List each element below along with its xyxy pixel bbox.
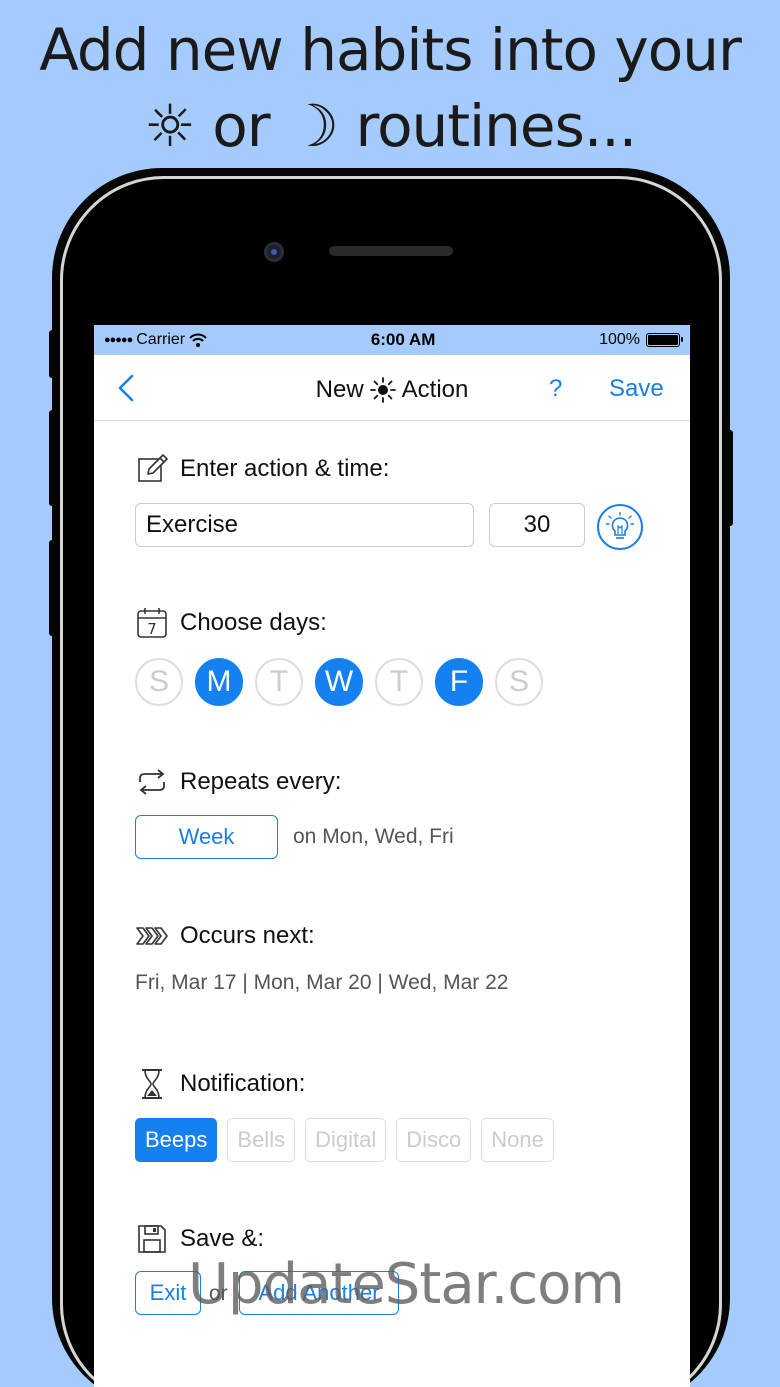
day-friday[interactable]: F: [435, 658, 483, 706]
day-sunday[interactable]: S: [135, 658, 183, 706]
chevrons-right-icon: [136, 927, 168, 945]
sound-option-disco[interactable]: Disco: [396, 1118, 472, 1162]
battery-icon: [645, 333, 683, 347]
status-time: 6:00 AM: [370, 330, 436, 349]
calendar-icon: 7: [137, 608, 167, 638]
days-heading-text: Choose days:: [180, 609, 327, 636]
hourglass-icon: [142, 1069, 162, 1099]
power-button: [727, 430, 733, 526]
sun-icon: ☼: [143, 92, 196, 160]
days-section-heading: 7 Choose days:: [136, 607, 327, 639]
sound-option-bells[interactable]: Bells: [227, 1118, 296, 1162]
volume-up-button: [49, 410, 55, 506]
navigation-bar: New Action ? Save: [94, 355, 690, 421]
app-screen: ●●●●● Carrier 6:00 AM 100% New Action ? …: [94, 325, 690, 1387]
page-title-new: New: [315, 376, 364, 403]
repeat-icon: [139, 769, 165, 795]
sun-icon: [369, 377, 396, 403]
save-button[interactable]: Save: [609, 375, 664, 403]
status-bar: ●●●●● Carrier 6:00 AM 100%: [94, 325, 690, 355]
wifi-icon: [189, 333, 207, 347]
save-heading-text: Save &:: [180, 1225, 265, 1252]
front-camera: [264, 242, 284, 262]
day-thursday[interactable]: T: [375, 658, 423, 706]
next-heading-text: Occurs next:: [180, 922, 315, 949]
day-saturday[interactable]: S: [495, 658, 543, 706]
next-section-heading: Occurs next:: [136, 920, 315, 952]
notification-heading-text: Notification:: [180, 1070, 306, 1097]
sound-option-beeps[interactable]: Beeps: [135, 1118, 218, 1162]
repeat-heading-text: Repeats every:: [180, 768, 342, 795]
signal-dots: ●●●●●: [104, 334, 133, 346]
mute-switch: [49, 330, 55, 378]
headline-routines: routines...: [355, 92, 638, 160]
pencil-icon: [138, 454, 168, 482]
action-name-input[interactable]: Exercise: [135, 503, 474, 547]
action-heading-text: Enter action & time:: [180, 455, 390, 482]
battery-percent: 100%: [599, 331, 640, 348]
notification-sound-options: Beeps Bells Digital Disco None: [135, 1118, 554, 1162]
page-title-action: Action: [401, 376, 469, 403]
day-tuesday[interactable]: T: [255, 658, 303, 706]
calendar-icon-day: 7: [147, 620, 157, 638]
watermark: UpdateStar.com: [188, 1252, 625, 1317]
notification-section-heading: Notification:: [136, 1068, 305, 1100]
sound-option-none[interactable]: None: [481, 1118, 554, 1162]
headline-line-1: Add new habits into your: [39, 16, 742, 84]
help-button[interactable]: ?: [549, 375, 562, 403]
repeat-section-heading: Repeats every:: [136, 766, 341, 798]
day-wednesday[interactable]: W: [315, 658, 363, 706]
headline-line-2: ☼ or ☽ routines...: [0, 92, 780, 160]
save-section-heading: Save &:: [136, 1223, 264, 1255]
day-picker: S M T W T F S: [135, 658, 543, 706]
next-occurrence-dates: Fri, Mar 17 | Mon, Mar 20 | Wed, Mar 22: [135, 971, 509, 994]
floppy-disk-icon: [138, 1225, 166, 1253]
headline-or: or: [212, 92, 270, 160]
sound-option-digital[interactable]: Digital: [305, 1118, 387, 1162]
earpiece-speaker: [329, 246, 453, 256]
day-monday[interactable]: M: [195, 658, 243, 706]
moon-icon: ☽: [287, 92, 339, 160]
carrier-name: Carrier: [136, 331, 186, 348]
repeat-unit-button[interactable]: Week: [135, 815, 278, 859]
action-section-heading: Enter action & time:: [136, 453, 389, 485]
page-title: New Action: [94, 376, 690, 404]
action-minutes-input[interactable]: 30: [489, 503, 585, 547]
volume-down-button: [49, 540, 55, 636]
repeat-detail-text: on Mon, Wed, Fri: [293, 825, 454, 848]
lightbulb-icon: [606, 512, 634, 539]
suggestions-button[interactable]: [597, 504, 643, 550]
